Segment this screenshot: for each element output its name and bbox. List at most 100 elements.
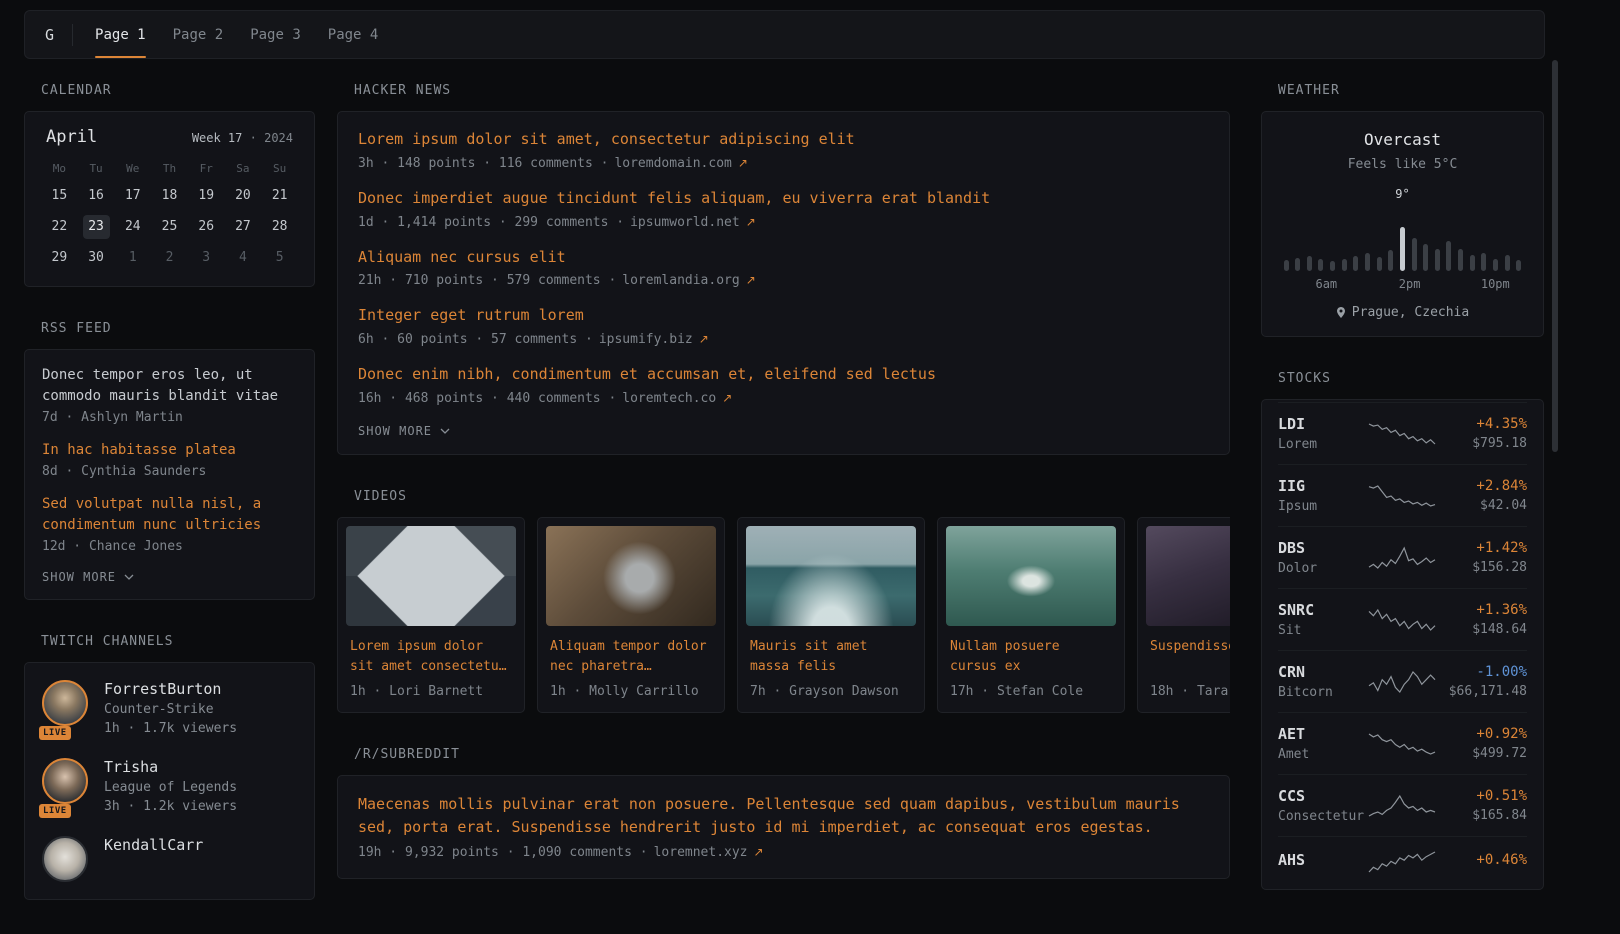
channel-info: KendallCarr	[104, 836, 203, 882]
right-column: WEATHER Overcast Feels like 5°C 9°	[1261, 83, 1544, 924]
hackernews-item-stats: 16h · 468 points · 440 comments ·	[358, 391, 616, 406]
video-thumbnail[interactable]	[946, 526, 1116, 626]
video-card[interactable]: Aliquam tempor dolor nec pharetra… 1h · …	[537, 517, 725, 713]
rss-item-title[interactable]: Sed volutpat nulla nisl, a condimentum n…	[42, 494, 297, 536]
stock-row[interactable]: SNRC Sit +1.36% $148.64	[1278, 588, 1527, 650]
stock-ticker: IIG	[1278, 477, 1366, 495]
dashboard-columns: CALENDAR April Week 17 · 2024 Mo Tu	[24, 83, 1544, 934]
app-logo[interactable]: G	[45, 26, 54, 44]
calendar-day: 16	[83, 184, 110, 208]
stock-change: +1.42%	[1437, 540, 1527, 556]
hackernews-item-domain[interactable]: ipsumify.biz	[599, 332, 693, 347]
stock-row[interactable]: LDI Lorem +4.35% $795.18	[1278, 402, 1527, 464]
stock-row[interactable]: AET Amet +0.92% $499.72	[1278, 712, 1527, 774]
weather-time-labels: 6am 2pm 10pm	[1284, 277, 1522, 292]
hackernews-item-domain[interactable]: loremtech.co	[622, 391, 716, 406]
calendar-day: 15	[46, 184, 73, 208]
channel-name[interactable]: Trisha	[104, 758, 237, 776]
rss-item[interactable]: Donec tempor eros leo, ut commodo mauris…	[42, 365, 297, 425]
stock-ticker: SNRC	[1278, 601, 1366, 619]
hackernews-item-title[interactable]: Integer eget rutrum lorem	[358, 305, 1209, 327]
video-thumbnail[interactable]	[346, 526, 516, 626]
hackernews-item-domain[interactable]: loremdomain.com	[614, 156, 731, 171]
calendar-month: April	[46, 127, 97, 147]
weather-condition: Overcast	[1278, 130, 1527, 149]
video-card[interactable]: Lorem ipsum dolor sit amet consectetu… 1…	[337, 517, 525, 713]
page-tab[interactable]: Page 1	[95, 11, 146, 58]
calendar-day: 26	[193, 215, 220, 239]
stock-row[interactable]: IIG Ipsum +2.84% $42.04	[1278, 464, 1527, 526]
weather-bar	[1342, 259, 1347, 271]
video-title[interactable]: Mauris sit amet massa felis	[738, 634, 924, 677]
hackernews-item-title[interactable]: Aliquam nec cursus elit	[358, 247, 1209, 269]
stock-price: $156.28	[1437, 560, 1527, 575]
hackernews-item-title[interactable]: Lorem ipsum dolor sit amet, consectetur …	[358, 129, 1209, 151]
hackernews-item-title[interactable]: Donec imperdiet augue tincidunt felis al…	[358, 188, 1209, 210]
external-link-icon: ↗	[738, 156, 748, 170]
stock-row[interactable]: DBS Dolor +1.42% $156.28	[1278, 526, 1527, 588]
calendar-day-of-week: Tu	[78, 162, 115, 175]
stock-row[interactable]: CCS Consectetur +0.51% $165.84	[1278, 774, 1527, 836]
subreddit-post-title[interactable]: Maecenas mollis pulvinar erat non posuer…	[358, 793, 1209, 840]
rss-item-title[interactable]: Donec tempor eros leo, ut commodo mauris…	[42, 365, 297, 407]
weather-bar	[1400, 227, 1405, 271]
video-title[interactable]: Lorem ipsum dolor sit amet consectetu…	[338, 634, 524, 677]
middle-column: HACKER NEWS Lorem ipsum dolor sit amet, …	[337, 83, 1230, 913]
subreddit-post-domain[interactable]: loremnet.xyz	[654, 845, 748, 860]
stock-row[interactable]: CRN Bitcorn -1.00% $66,171.48	[1278, 650, 1527, 712]
calendar-day: 27	[229, 215, 256, 239]
chevron-down-icon	[124, 574, 134, 580]
rss-item[interactable]: In hac habitasse platea 8d · Cynthia Sau…	[42, 440, 297, 479]
stock-sparkline	[1366, 849, 1437, 875]
stock-name: Ipsum	[1278, 499, 1366, 514]
hackernews-widget: HACKER NEWS Lorem ipsum dolor sit amet, …	[337, 83, 1230, 455]
hackernews-show-more-button[interactable]: SHOW MORE	[358, 423, 450, 439]
rss-item-meta: 8d · Cynthia Saunders	[42, 464, 297, 479]
videos-row: Lorem ipsum dolor sit amet consectetu… 1…	[337, 517, 1230, 713]
page-tab[interactable]: Page 2	[173, 11, 224, 58]
page-tab[interactable]: Page 3	[250, 11, 301, 58]
live-badge: LIVE	[39, 726, 71, 740]
video-thumbnail[interactable]	[546, 526, 716, 626]
video-title[interactable]: Nullam posuere cursus ex	[938, 634, 1124, 677]
rss-item-title[interactable]: In hac habitasse platea	[42, 440, 297, 461]
weather-bar	[1365, 253, 1370, 271]
video-thumbnail[interactable]	[1146, 526, 1230, 626]
stock-name: Consectetur	[1278, 809, 1366, 824]
weather-location-text: Prague, Czechia	[1352, 305, 1469, 320]
stock-ticker: LDI	[1278, 415, 1366, 433]
page-tab[interactable]: Page 4	[328, 11, 379, 58]
hackernews-item-domain[interactable]: ipsumworld.net	[630, 215, 740, 230]
calendar-day-of-week: Mo	[41, 162, 78, 175]
calendar-day: 30	[83, 246, 110, 270]
hackernews-item-domain[interactable]: loremlandia.org	[622, 273, 739, 288]
stock-ticker: AET	[1278, 725, 1366, 743]
twitch-channel[interactable]: LIVE KendallCarr	[42, 836, 297, 882]
calendar-week-number: Week 17	[192, 131, 243, 145]
hackernews-item-title[interactable]: Donec enim nibh, condimentum et accumsan…	[358, 364, 1209, 386]
hackernews-item-meta: 21h · 710 points · 579 comments · loreml…	[358, 273, 1209, 288]
video-card[interactable]: Mauris sit amet massa felis 7h · Grayson…	[737, 517, 925, 713]
twitch-channel[interactable]: LIVE ForrestBurton Counter-Strike 1h · 1…	[42, 680, 297, 736]
calendar-day: 20	[229, 184, 256, 208]
video-title[interactable]: Aliquam tempor dolor nec pharetra…	[538, 634, 724, 677]
video-card[interactable]: Nullam posuere cursus ex 17h · Stefan Co…	[937, 517, 1125, 713]
rss-show-more-button[interactable]: SHOW MORE	[42, 569, 134, 585]
channel-name[interactable]: KendallCarr	[104, 836, 203, 854]
video-card[interactable]: Suspendisse diam 18h · Tara	[1137, 517, 1230, 713]
stock-change: +4.35%	[1437, 416, 1527, 432]
topbar: G Page 1 Page 2 Page 3 Page 4	[24, 10, 1545, 59]
channel-avatar	[42, 680, 88, 726]
twitch-channel[interactable]: LIVE Trisha League of Legends 3h · 1.2k …	[42, 758, 297, 814]
rss-item[interactable]: Sed volutpat nulla nisl, a condimentum n…	[42, 494, 297, 554]
weather-chart: 9°	[1284, 187, 1522, 271]
scrollbar-thumb[interactable]	[1552, 60, 1558, 452]
stock-row[interactable]: AHS +0.46%	[1278, 836, 1527, 887]
video-thumbnail[interactable]	[746, 526, 916, 626]
channel-name[interactable]: ForrestBurton	[104, 680, 237, 698]
calendar-day-grid: 15 16 17 18 19 20 21 22	[41, 184, 298, 270]
stock-name: Lorem	[1278, 437, 1366, 452]
calendar-day-of-week: We	[114, 162, 151, 175]
twitch-card: LIVE ForrestBurton Counter-Strike 1h · 1…	[24, 662, 315, 900]
video-title[interactable]: Suspendisse diam	[1138, 634, 1230, 677]
